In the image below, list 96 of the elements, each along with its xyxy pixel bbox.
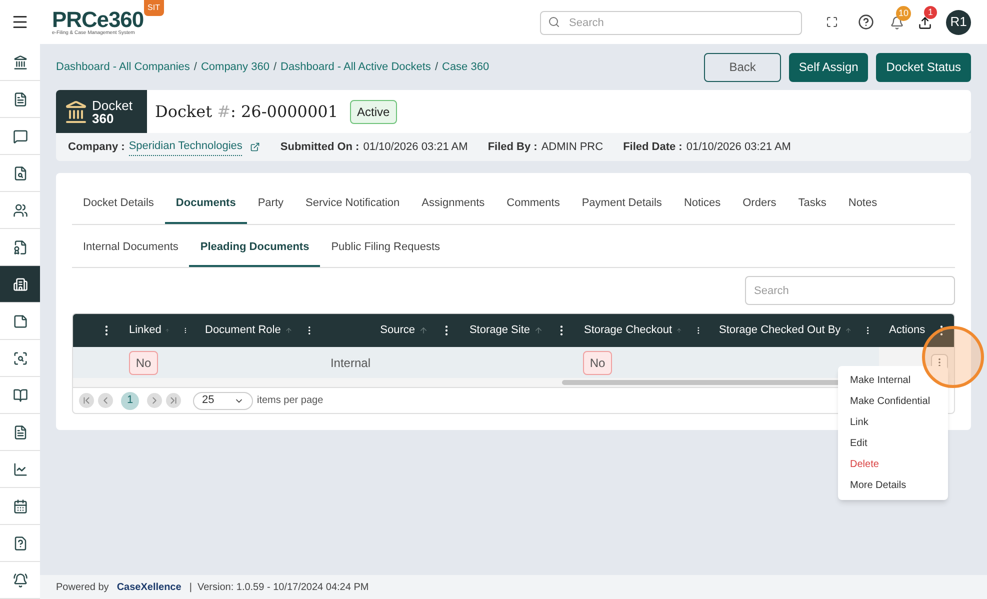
status-tag: No [582, 350, 612, 374]
menu-item[interactable]: Edit [838, 433, 948, 454]
calendar-icon [12, 498, 28, 514]
search-field[interactable]: Search [540, 11, 802, 35]
field-label: Filed Date : [623, 140, 682, 155]
document-icon [12, 424, 28, 440]
search-icon [548, 16, 560, 28]
breadcrumb-link[interactable]: Dashboard - All Companies [56, 58, 190, 76]
external-link-icon[interactable] [250, 142, 260, 152]
bank-icon [12, 54, 28, 70]
badge-number: 360 [92, 112, 115, 124]
breadcrumb-separator: / [273, 60, 277, 75]
column-header[interactable]: Storage Site [469, 322, 530, 339]
sub-tab[interactable]: Pleading Documents [189, 228, 320, 267]
version-text: | Version: 1.0.59 - 10/17/2024 04:24 PM [189, 580, 369, 594]
chart-icon [12, 462, 28, 476]
badge-title: Docket [92, 98, 132, 112]
page-number[interactable]: 1 [121, 392, 139, 410]
sort-icon[interactable] [419, 326, 428, 335]
menu-item[interactable]: Delete [838, 454, 948, 475]
menu-item[interactable]: Link [838, 412, 948, 433]
breadcrumb-link[interactable]: Company 360 [200, 58, 270, 76]
upload-count: 1 [924, 6, 937, 19]
help-icon[interactable] [858, 14, 874, 30]
last-page-icon[interactable] [166, 393, 181, 408]
status-badge: Active [350, 100, 397, 124]
document-icon [12, 92, 28, 106]
field-value: 01/10/2026 03:21 AM [686, 140, 791, 155]
field-label: Filed By : [488, 140, 538, 155]
menu-item[interactable]: More Details [838, 475, 948, 496]
bank-icon [64, 100, 88, 124]
user-avatar[interactable]: R1 [946, 10, 971, 34]
bell-ring-icon [12, 572, 28, 588]
tab[interactable]: Notes [837, 185, 888, 224]
tab[interactable]: Notices [672, 185, 732, 224]
field-label: Submitted On : [280, 140, 360, 155]
powered-by-label: Powered by [56, 580, 109, 594]
breadcrumb-link[interactable]: Case 360 [442, 58, 490, 76]
tab[interactable]: Documents [164, 185, 247, 224]
tab[interactable]: Service Notification [294, 185, 411, 224]
field-value: ADMIN PRC [541, 140, 604, 155]
docket-title: Docket #: 26-0000001 [155, 100, 338, 122]
status-tag: No [128, 350, 158, 374]
fullscreen-icon[interactable] [826, 16, 838, 28]
question-file-icon [12, 536, 28, 550]
column-header[interactable]: Storage Checkout [584, 322, 672, 339]
note-icon [12, 314, 28, 328]
column-header[interactable]: Source [380, 322, 415, 339]
tab[interactable]: Assignments [410, 185, 496, 224]
column-header[interactable]: Linked [129, 322, 162, 339]
tab[interactable]: Party [246, 185, 295, 224]
action-button[interactable]: Docket Status [876, 52, 971, 82]
action-button[interactable]: Self Assign [788, 52, 868, 82]
breadcrumb-link[interactable]: Dashboard - All Active Dockets [280, 58, 431, 76]
table-search-field[interactable]: Search [745, 276, 955, 305]
book-icon [12, 388, 28, 402]
bell-icon[interactable] [890, 16, 904, 30]
action-button[interactable]: Back [704, 52, 781, 82]
company-link[interactable]: Speridian Technologies [128, 138, 242, 156]
field-value: 01/10/2026 03:21 AM [363, 140, 468, 155]
file-search-icon [12, 166, 28, 180]
field-label: Company : [68, 140, 125, 155]
breadcrumb-separator: / [194, 60, 197, 75]
tab[interactable]: Orders [732, 185, 788, 224]
tab[interactable]: Docket Details [72, 185, 165, 224]
sort-icon[interactable] [534, 326, 543, 335]
building-icon [12, 276, 28, 292]
page-size-label: items per page [257, 394, 324, 408]
sub-tab[interactable]: Internal Documents [72, 228, 190, 267]
sort-icon[interactable] [844, 326, 852, 335]
first-page-icon[interactable] [79, 393, 94, 408]
upload-icon[interactable] [918, 16, 932, 30]
sidebar-item[interactable] [0, 266, 40, 303]
page-size-select[interactable]: 25 [193, 392, 253, 410]
breadcrumb-separator: / [434, 60, 438, 75]
menu-icon[interactable] [11, 13, 29, 31]
tab[interactable]: Payment Details [570, 185, 673, 224]
sub-tab[interactable]: Public Filing Requests [320, 228, 452, 267]
notification-count: 10 [896, 6, 911, 21]
scan-search-icon [12, 350, 28, 366]
next-page-icon[interactable] [147, 393, 162, 408]
table-cell: Internal [330, 356, 370, 370]
environment-badge: SIT [144, 0, 164, 16]
brand-logo: CaseXellence [116, 580, 182, 594]
menu-item[interactable]: Make Internal [838, 370, 948, 391]
column-header[interactable]: Actions [889, 322, 926, 339]
chat-icon [12, 128, 28, 144]
column-header[interactable]: Storage Checked Out By [719, 322, 841, 339]
column-header[interactable]: Document Role [205, 322, 281, 339]
menu-item[interactable]: Make Confidential [838, 391, 948, 412]
tab[interactable]: Tasks [787, 185, 838, 224]
sort-icon[interactable] [284, 326, 292, 335]
tab[interactable]: Comments [496, 185, 571, 224]
logo: PRCe360 [52, 8, 144, 30]
previous-page-icon[interactable] [98, 393, 113, 408]
people-icon [12, 202, 28, 218]
